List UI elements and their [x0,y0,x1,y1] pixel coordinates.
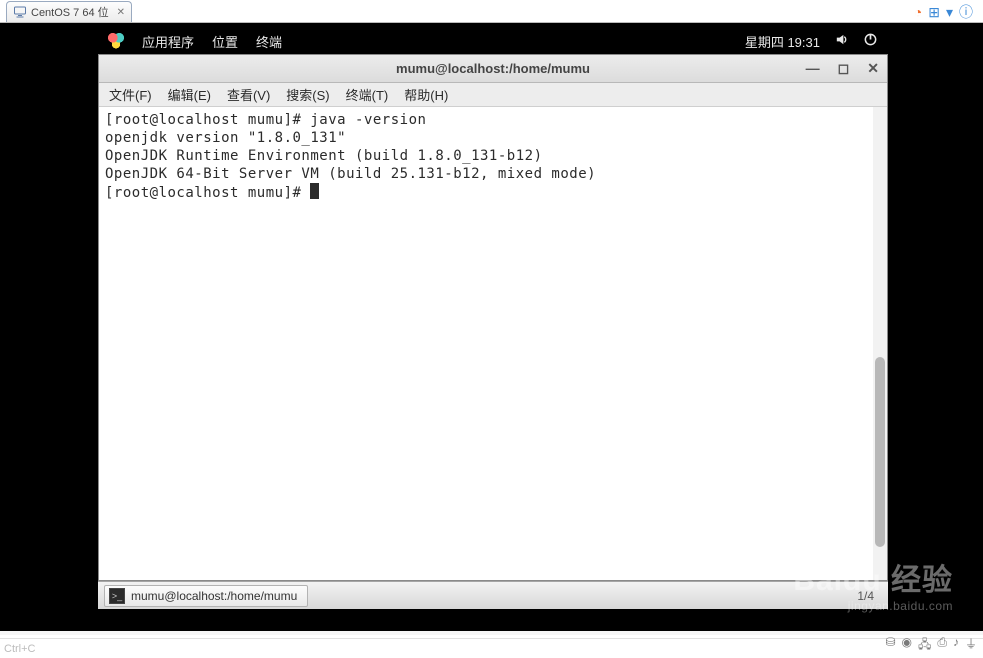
gnome-taskbar: >_ mumu@localhost:/home/mumu 1/4 [98,581,888,609]
vm-monitor-icon [13,5,27,19]
menu-search[interactable]: 搜索(S) [286,85,329,104]
activities-icon[interactable] [108,33,124,49]
terminal-titlebar[interactable]: mumu@localhost:/home/mumu — ◻ ✕ [99,55,887,83]
menu-help[interactable]: 帮助(H) [404,85,448,104]
terminal-cursor [310,183,319,199]
topbar-terminal[interactable]: 终端 [256,32,282,51]
power-icon[interactable] [863,32,878,50]
vm-viewport: 应用程序 位置 终端 星期四 19:31 mumu@localhost:/hom… [0,23,983,631]
workspace-pager[interactable]: 1/4 [857,589,882,603]
host-tab-centos[interactable]: CentOS 7 64 位 ✕ [6,1,132,22]
host-bottom-tray: ⛁ ◉ 🖧 ⎙ ♪ ⏚ [885,635,977,656]
window-minimize-button[interactable]: — [806,60,820,77]
tray-icon-1[interactable]: ◔ [914,4,922,20]
tray-icon-2[interactable]: ⊞ [928,4,940,21]
close-icon[interactable]: ✕ [117,7,125,18]
topbar-places[interactable]: 位置 [212,32,238,51]
menu-file[interactable]: 文件(F) [109,85,152,104]
host-tray-icons: ◔ ⊞ ▾ ⓘ [914,2,973,22]
taskbar-button-terminal[interactable]: >_ mumu@localhost:/home/mumu [104,585,308,607]
terminal-title: mumu@localhost:/home/mumu [396,61,590,76]
volume-icon[interactable] [834,32,849,50]
tray-sound-icon[interactable]: ♪ [953,635,959,656]
term-line-1-prompt: [root@localhost mumu]# [105,112,310,128]
terminal-window: mumu@localhost:/home/mumu — ◻ ✕ 文件(F) 编辑… [98,54,888,581]
tray-net-icon[interactable]: 🖧 [918,635,931,656]
host-bottombar: Ctrl+C ⛁ ◉ 🖧 ⎙ ♪ ⏚ [0,638,983,658]
tray-cd-icon[interactable]: ◉ [902,635,912,656]
term-line-5-prompt: [root@localhost mumu]# [105,185,310,201]
terminal-menubar: 文件(F) 编辑(E) 查看(V) 搜索(S) 终端(T) 帮助(H) [99,83,887,107]
terminal-scrollbar[interactable] [873,107,887,580]
term-line-4: OpenJDK 64-Bit Server VM (build 25.131-b… [105,166,596,182]
host-tab-label: CentOS 7 64 位 [31,4,109,20]
host-statusbar [0,631,983,635]
scrollbar-thumb[interactable] [875,357,885,547]
taskbar-button-label: mumu@localhost:/home/mumu [131,589,297,603]
terminal-body[interactable]: [root@localhost mumu]# java -version ope… [99,107,887,580]
window-close-button[interactable]: ✕ [867,60,879,77]
topbar-clock[interactable]: 星期四 19:31 [745,32,820,51]
tray-usb-icon[interactable]: ⏚ [965,635,977,656]
host-hint: Ctrl+C [4,643,35,655]
topbar-applications[interactable]: 应用程序 [142,32,194,51]
tray-print-icon[interactable]: ⎙ [937,635,947,656]
term-line-1-cmd: java -version [310,112,426,128]
tray-icon-4[interactable]: ⓘ [959,2,973,22]
menu-edit[interactable]: 编辑(E) [168,85,211,104]
terminal-icon: >_ [109,588,125,604]
tray-disk-icon[interactable]: ⛁ [885,635,895,656]
menu-terminal[interactable]: 终端(T) [346,85,389,104]
menu-view[interactable]: 查看(V) [227,85,270,104]
term-line-2: openjdk version "1.8.0_131" [105,130,346,146]
host-tab-bar: CentOS 7 64 位 ✕ ◔ ⊞ ▾ ⓘ [0,0,983,23]
term-line-3: OpenJDK Runtime Environment (build 1.8.0… [105,148,543,164]
window-maximize-button[interactable]: ◻ [838,60,850,77]
tray-icon-3[interactable]: ▾ [946,4,953,21]
gnome-topbar: 应用程序 位置 终端 星期四 19:31 [98,28,888,54]
guest-desktop: 应用程序 位置 终端 星期四 19:31 mumu@localhost:/hom… [98,28,888,609]
